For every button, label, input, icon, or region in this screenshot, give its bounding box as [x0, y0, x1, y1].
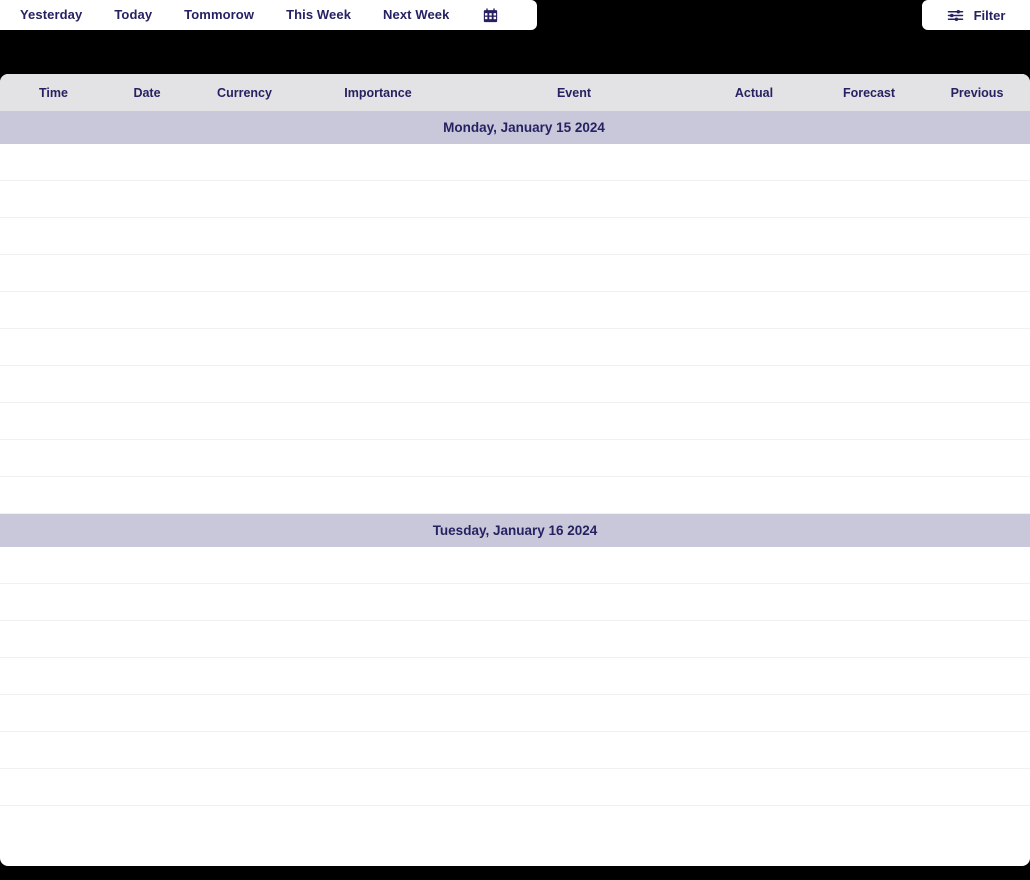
table-row[interactable]: [0, 769, 1030, 806]
filter-label: Filter: [973, 7, 1006, 23]
table-row[interactable]: [0, 695, 1030, 732]
column-header-currency[interactable]: Currency: [187, 86, 302, 100]
filter-button[interactable]: Filter: [922, 0, 1030, 30]
nav-item-next-week[interactable]: Next Week: [367, 0, 465, 30]
column-header-forecast[interactable]: Forecast: [814, 86, 924, 100]
economic-calendar-page: Yesterday Today Tommorow This Week Next …: [0, 0, 1030, 880]
table-row[interactable]: [0, 329, 1030, 366]
date-range-nav: Yesterday Today Tommorow This Week Next …: [0, 0, 537, 30]
nav-item-today[interactable]: Today: [98, 0, 168, 30]
calendar-icon: [483, 7, 498, 23]
table-row[interactable]: [0, 255, 1030, 292]
table-row[interactable]: [0, 477, 1030, 514]
sliders-filter-icon: [947, 8, 964, 23]
column-header-actual[interactable]: Actual: [694, 86, 814, 100]
day-separator-row: Tuesday, January 16 2024: [0, 514, 1030, 547]
table-row[interactable]: [0, 144, 1030, 181]
table-row[interactable]: [0, 658, 1030, 695]
table-header-row: Time Date Currency Importance Event Actual For…: [0, 74, 1030, 111]
table-row[interactable]: [0, 403, 1030, 440]
nav-item-this-week[interactable]: This Week: [270, 0, 367, 30]
table-row[interactable]: [0, 366, 1030, 403]
column-header-event[interactable]: Event: [454, 86, 694, 100]
day-separator-row: Monday, January 15 2024: [0, 111, 1030, 144]
nav-item-yesterday[interactable]: Yesterday: [14, 0, 98, 30]
table-row[interactable]: [0, 584, 1030, 621]
table-row[interactable]: [0, 218, 1030, 255]
table-row[interactable]: [0, 440, 1030, 477]
table-row[interactable]: [0, 292, 1030, 329]
calendar-table-card: Time Date Currency Importance Event Actual For…: [0, 74, 1030, 866]
table-body: Monday, January 15 2024 Tuesday, January …: [0, 111, 1030, 843]
column-header-previous[interactable]: Previous: [924, 86, 1030, 100]
column-header-time[interactable]: Time: [0, 86, 107, 100]
table-row[interactable]: [0, 806, 1030, 843]
calendar-picker-button[interactable]: [465, 7, 516, 23]
top-toolbar: Yesterday Today Tommorow This Week Next …: [0, 0, 1030, 30]
column-header-importance[interactable]: Importance: [302, 86, 454, 100]
table-row[interactable]: [0, 547, 1030, 584]
table-row[interactable]: [0, 621, 1030, 658]
table-row[interactable]: [0, 181, 1030, 218]
nav-item-tommorow[interactable]: Tommorow: [168, 0, 270, 30]
column-header-date[interactable]: Date: [107, 86, 187, 100]
table-row[interactable]: [0, 732, 1030, 769]
